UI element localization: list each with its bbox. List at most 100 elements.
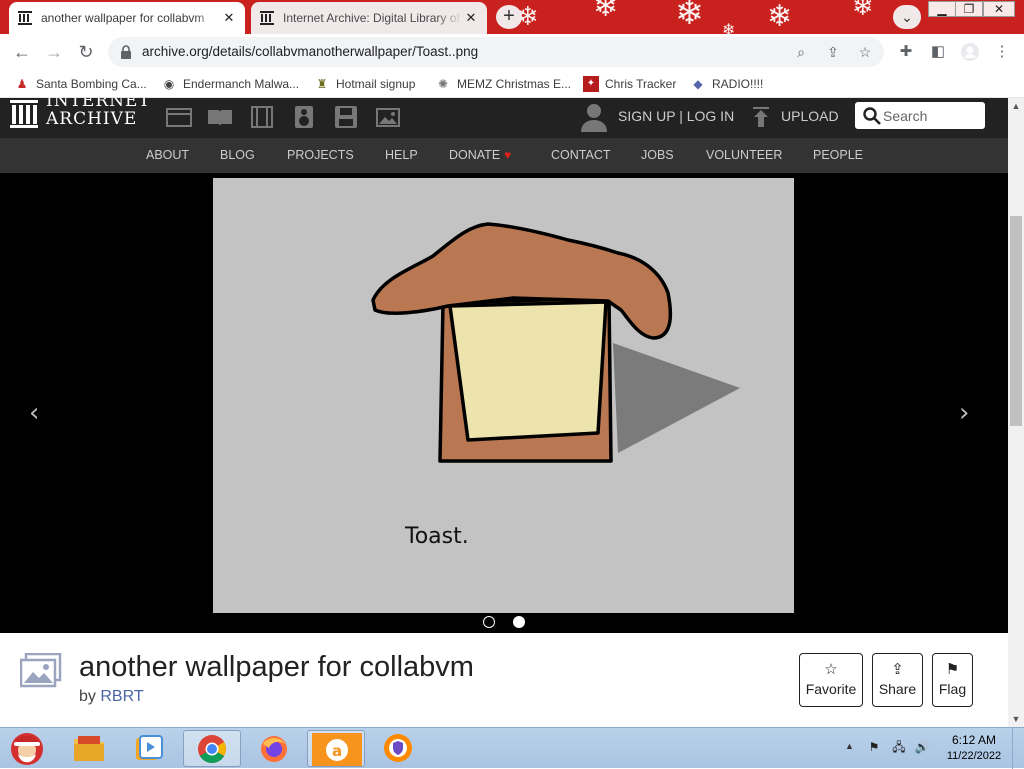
heart-icon: ♥	[504, 148, 512, 162]
clock-time[interactable]: 6:12 AM	[944, 733, 1004, 747]
nav-contact[interactable]: CONTACT	[551, 148, 611, 162]
chrome-app[interactable]	[183, 730, 241, 767]
scroll-up-icon[interactable]: ▲	[1008, 98, 1024, 114]
search-input[interactable]	[883, 106, 981, 126]
show-desktop-button[interactable]	[1012, 728, 1024, 769]
page-scrollbar[interactable]: ▲ ▼	[1008, 98, 1024, 727]
restore-button[interactable]: ❐	[955, 1, 983, 17]
search-icon	[863, 107, 881, 125]
signup-login-link[interactable]: SIGN UP | LOG IN	[618, 108, 734, 124]
toast-drawing	[371, 222, 740, 463]
slide-dot-active[interactable]	[513, 616, 525, 628]
avast-browser-app[interactable]: a	[307, 730, 365, 767]
new-tab-button[interactable]: +	[496, 5, 522, 29]
next-arrow-icon[interactable]: ›	[959, 398, 969, 428]
flag-button[interactable]: ⚑ Flag	[932, 653, 973, 707]
web-icon[interactable]	[166, 106, 192, 128]
bookmark-label: Santa Bombing Ca...	[36, 77, 147, 91]
bookmark-label: Hotmail signup	[336, 77, 416, 91]
prev-arrow-icon[interactable]: ‹	[29, 398, 39, 428]
user-icon[interactable]	[580, 102, 608, 132]
santa-icon: ♟	[16, 77, 28, 91]
bookmark-item[interactable]: ♟ Santa Bombing Ca...	[14, 75, 147, 93]
tab-search-button[interactable]: ⌄	[893, 5, 921, 29]
video-icon[interactable]	[249, 106, 275, 128]
firefox-app[interactable]	[245, 730, 303, 767]
ia-search-box[interactable]	[855, 102, 985, 129]
network-icon[interactable]: 🖧	[891, 739, 907, 755]
file-explorer-app[interactable]	[60, 730, 118, 767]
nav-donate[interactable]: DONATE ♥	[449, 148, 511, 162]
scrollbar-thumb[interactable]	[1010, 216, 1022, 426]
nav-blog[interactable]: BLOG	[220, 148, 255, 162]
nav-projects[interactable]: PROJECTS	[287, 148, 354, 162]
audio-icon[interactable]	[291, 106, 317, 128]
archive-logo-icon[interactable]	[10, 98, 38, 130]
nav-about[interactable]: ABOUT	[146, 148, 189, 162]
nav-people[interactable]: PEOPLE	[813, 148, 863, 162]
slide-dot[interactable]	[483, 616, 495, 628]
nav-donate-label: DONATE	[449, 148, 501, 162]
extensions-icon[interactable]: ✚	[896, 42, 916, 62]
upload-link[interactable]: UPLOAD	[781, 108, 839, 124]
nav-volunteer[interactable]: VOLUNTEER	[706, 148, 782, 162]
minimize-button[interactable]: ▁	[928, 1, 956, 17]
snowflake-decoration: ❄	[593, 0, 619, 24]
share-icon: ⇪	[891, 661, 904, 678]
bookmark-item[interactable]: ◉ Endermanch Malwa...	[161, 75, 299, 93]
close-window-button[interactable]: ✕	[983, 1, 1015, 17]
menu-icon[interactable]: ⋮	[992, 42, 1012, 62]
profile-avatar[interactable]	[960, 42, 980, 62]
toast-shadow	[613, 343, 740, 453]
image-viewer: ‹ Toast. ›	[0, 173, 1008, 633]
reload-icon[interactable]: ↻	[73, 40, 99, 64]
start-button[interactable]	[6, 730, 48, 767]
avast-antivirus-app[interactable]	[370, 730, 428, 767]
forward-icon[interactable]: →	[41, 40, 67, 64]
favorite-button[interactable]: ☆ Favorite	[799, 653, 863, 707]
bookmark-item[interactable]: ✺ MEMZ Christmas E...	[435, 75, 571, 93]
bookmark-item[interactable]: ✦ Chris Tracker	[583, 75, 676, 93]
search-icon[interactable]: ⌕	[792, 43, 810, 61]
toast-bread	[448, 300, 608, 442]
tab-inactive[interactable]: Internet Archive: Digital Library of Fre…	[251, 2, 487, 34]
bookmarks-bar: ♟ Santa Bombing Ca... ◉ Endermanch Malwa…	[0, 70, 1024, 98]
tab-active[interactable]: another wallpaper for collabvm ✕	[9, 2, 245, 34]
ia-nav-bar: ABOUT BLOG PROJECTS HELP DONATE ♥ CONTACT…	[0, 138, 1008, 173]
nav-jobs[interactable]: JOBS	[641, 148, 674, 162]
flag-label: Flag	[938, 681, 967, 697]
avast-browser-icon: a	[312, 733, 362, 766]
back-icon[interactable]: ←	[9, 40, 35, 64]
close-tab-icon[interactable]: ✕	[463, 10, 479, 26]
upload-icon[interactable]	[751, 106, 771, 128]
action-center-flag-icon[interactable]: ⚑	[866, 739, 882, 755]
author-link[interactable]: RBRT	[100, 688, 143, 705]
images-icon[interactable]	[375, 106, 401, 128]
close-tab-icon[interactable]: ✕	[221, 10, 237, 26]
bookmark-star-icon[interactable]: ☆	[856, 43, 874, 61]
share-button[interactable]: ⇪ Share	[872, 653, 923, 707]
share-label: Share	[878, 681, 917, 697]
nyan-icon: ✺	[437, 77, 449, 91]
media-player-icon	[136, 735, 163, 760]
archive-logo-text[interactable]: INTERNET ARCHIVE	[46, 98, 151, 128]
bookmark-item[interactable]: ◆ RADIO!!!!	[690, 75, 763, 93]
show-hidden-icons-icon[interactable]: ▲	[845, 741, 854, 751]
texts-icon[interactable]	[207, 106, 233, 128]
item-header: another wallpaper for collabvm by RBRT ☆…	[0, 633, 1008, 727]
software-icon[interactable]	[333, 106, 359, 128]
chrome-icon	[198, 735, 226, 763]
nav-help[interactable]: HELP	[385, 148, 418, 162]
side-panel-icon[interactable]: ◧	[928, 42, 948, 62]
bookmark-label: Chris Tracker	[605, 77, 677, 91]
people-icon: ♜	[316, 77, 328, 91]
scroll-down-icon[interactable]: ▼	[1008, 711, 1024, 727]
folder-icon	[74, 736, 104, 761]
snowflake-decoration: ❄	[852, 0, 874, 22]
media-player-app[interactable]	[120, 730, 178, 767]
bookmark-item[interactable]: ♜ Hotmail signup	[314, 75, 416, 93]
clock-date[interactable]: 11/22/2022	[940, 750, 1008, 762]
volume-icon[interactable]: 🔊	[914, 739, 930, 755]
share-icon[interactable]: ⇪	[824, 43, 842, 61]
address-bar[interactable]: archive.org/details/collabvmanotherwallp…	[108, 37, 884, 67]
